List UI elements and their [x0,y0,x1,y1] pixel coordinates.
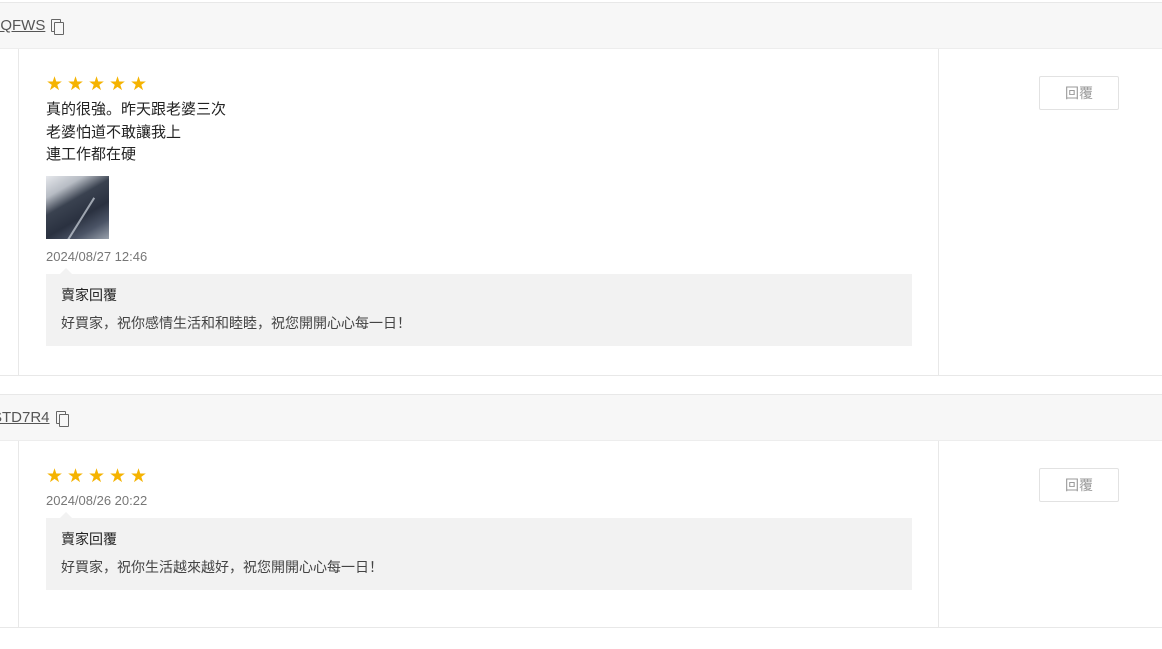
review-timestamp: 2024/08/27 12:46 [46,248,148,264]
seller-reply-text: 好買家，祝你生活越來越好，祝您開開心心每一日！ [61,560,383,576]
review-body: ★ ★ ★ ★ ★ 真的很強。昨天跟老婆三次 老婆怕道不敢讓我上 連工作都在硬 … [0,49,1162,376]
star-icon: ★ [88,465,106,487]
seller-reply-title: 賣家回覆 [61,532,117,548]
review-card: 5QFWS ★ ★ ★ ★ ★ 真的很強。昨天跟老婆三次 老婆怕道不敢讓我上 連… [0,2,1162,376]
seller-reply-title: 賣家回覆 [61,287,117,304]
star-icon: ★ [67,465,85,487]
star-icon: ★ [109,73,127,95]
review-card: STD7R4 ★ ★ ★ ★ ★ 2024/08/26 20:22 賣家回覆 好… [0,394,1162,628]
review-text-line: 老婆怕道不敢讓我上 [46,122,182,141]
star-icon: ★ [130,465,148,487]
review-text: 真的很強。昨天跟老婆三次 老婆怕道不敢讓我上 連工作都在硬 [46,98,938,166]
seller-reply-box: 賣家回覆 好買家，祝你感情生活和和睦睦，祝您開開心心每一日！ [46,267,912,346]
action-column: 回覆 [939,441,1162,627]
star-icon: ★ [67,73,85,95]
review-body: ★ ★ ★ ★ ★ 2024/08/26 20:22 賣家回覆 好買家，祝你生活… [0,441,1162,628]
star-icon: ★ [46,73,64,95]
order-id-link[interactable]: STD7R4 [0,409,50,426]
copy-icon[interactable] [55,410,69,427]
star-icon: ★ [46,465,64,487]
seller-reply-box: 賣家回覆 好買家，祝你生活越來越好，祝您開開心心每一日！ [46,512,912,590]
star-icon: ★ [109,465,127,487]
review-text-line: 連工作都在硬 [46,145,137,163]
reply-button[interactable]: 回覆 [1039,76,1119,110]
review-photo-thumbnail[interactable] [46,175,109,239]
left-gutter [0,49,19,375]
review-timestamp: 2024/08/26 20:22 [46,493,148,508]
star-rating: ★ ★ ★ ★ ★ [46,467,938,486]
copy-icon[interactable] [51,18,65,35]
order-header: 5QFWS [0,3,1162,49]
action-column: 回覆 [939,49,1162,375]
ratings-page: 5QFWS ★ ★ ★ ★ ★ 真的很強。昨天跟老婆三次 老婆怕道不敢讓我上 連… [0,0,1162,649]
star-rating: ★ ★ ★ ★ ★ [46,75,938,94]
review-content: ★ ★ ★ ★ ★ 2024/08/26 20:22 賣家回覆 好買家，祝你生活… [19,441,939,627]
seller-reply-text: 好買家，祝你感情生活和和睦睦，祝您開開心心每一日！ [61,315,411,332]
review-text-line: 真的很強。昨天跟老婆三次 [46,100,227,118]
order-header: STD7R4 [0,395,1162,441]
left-gutter [0,441,19,627]
star-icon: ★ [130,73,148,95]
star-icon: ★ [88,73,106,95]
review-content: ★ ★ ★ ★ ★ 真的很強。昨天跟老婆三次 老婆怕道不敢讓我上 連工作都在硬 … [19,49,939,375]
reply-button[interactable]: 回覆 [1039,468,1119,502]
order-id-link[interactable]: 5QFWS [0,17,45,34]
